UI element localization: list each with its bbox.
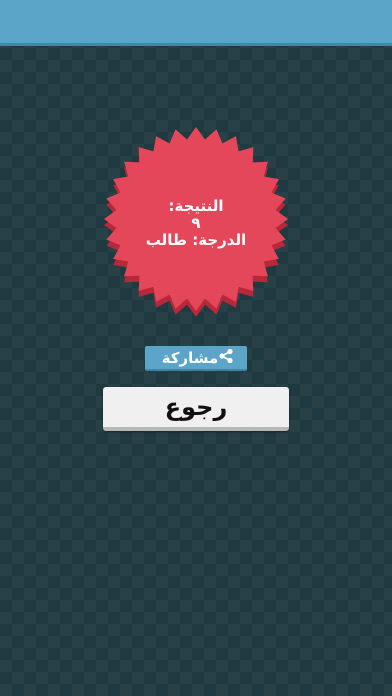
- result-text: النتيجة: ٩ الدرجة: طالب: [100, 198, 292, 249]
- share-icon: [218, 348, 234, 368]
- top-bar: [0, 0, 392, 46]
- score-label: النتيجة:: [168, 197, 224, 215]
- share-label: مشاركة: [161, 348, 219, 367]
- score-value: ٩: [191, 214, 201, 232]
- share-button[interactable]: مشاركة: [145, 346, 247, 371]
- back-button[interactable]: رجوع: [103, 387, 289, 431]
- result-badge: النتيجة: ٩ الدرجة: طالب: [100, 124, 292, 316]
- grade-label: الدرجة: طالب: [145, 231, 247, 249]
